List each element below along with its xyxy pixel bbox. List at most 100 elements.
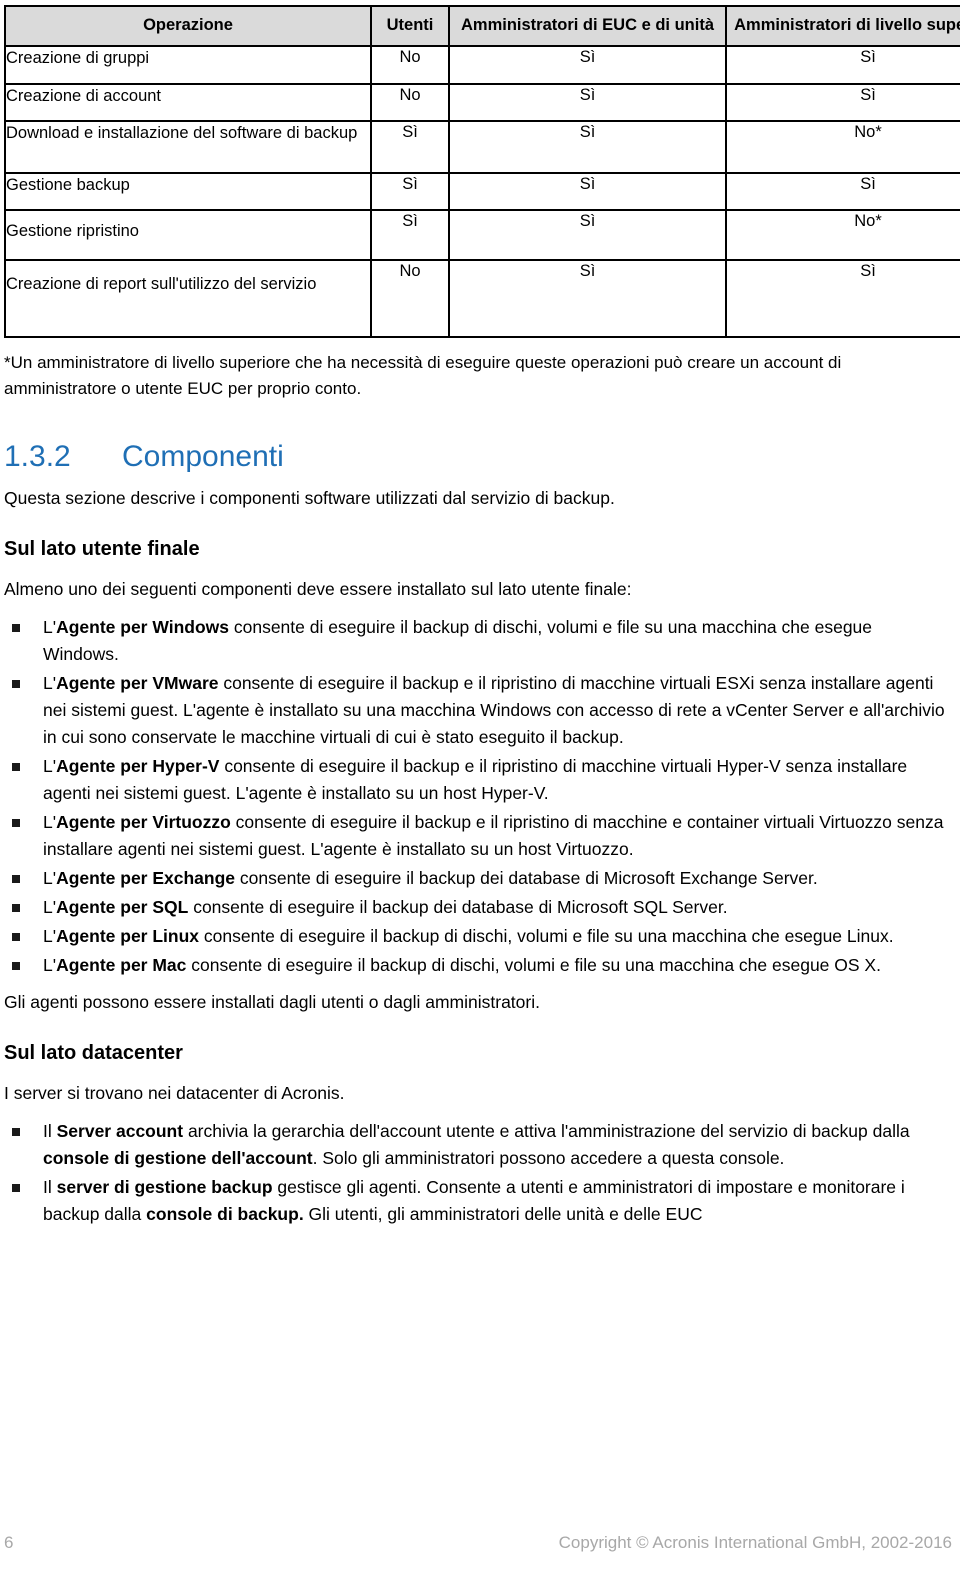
list-item: L'Agente per SQL consente di eseguire il… — [4, 894, 956, 921]
section-intro: Questa sezione descrive i componenti sof… — [4, 487, 615, 508]
list-item: Il Server account archivia la gerarchia … — [4, 1118, 956, 1172]
end-user-heading: Sul lato utente finale — [4, 538, 200, 561]
list-item: L'Agente per Hyper-V consente di eseguir… — [4, 753, 956, 807]
cell-upper-admins: Sì — [725, 45, 960, 86]
cell-upper-admins: Sì — [725, 83, 960, 123]
cell-operation: Gestione ripristino — [4, 209, 372, 262]
cell-upper-admins: No* — [725, 209, 960, 262]
copyright-notice: Copyright © Acronis International GmbH, … — [558, 1533, 952, 1552]
item-rest: consente di eseguire il backup di dischi… — [186, 954, 881, 975]
list-item: L'Agente per Mac consente di eseguire il… — [4, 952, 956, 979]
item-term: Agente per Virtuozzo — [56, 811, 231, 832]
item-term-1: server di gestione backup — [56, 1176, 273, 1197]
datacenter-component-list: Il Server account archivia la gerarchia … — [4, 1118, 956, 1228]
item-prefix: L' — [43, 896, 57, 917]
section-title: Componenti — [122, 439, 284, 473]
item-prefix: L' — [43, 617, 57, 638]
list-item: L'Agente per Windows consente di eseguir… — [4, 614, 956, 668]
square-bullet-icon — [12, 624, 20, 633]
item-term: Agente per Hyper-V — [56, 756, 220, 777]
cell-operation: Gestione backup — [4, 172, 372, 212]
cell-operation: Creazione di account — [4, 83, 372, 123]
cell-upper-admins: Sì — [725, 259, 960, 339]
list-item: L'Agente per Linux consente di eseguire … — [4, 923, 956, 950]
cell-euc-admins: Sì — [448, 172, 727, 212]
cell-operation: Download e installazione del software di… — [4, 120, 372, 175]
item-rest: consente di eseguire il backup dei datab… — [188, 896, 728, 917]
datacenter-lead: I server si trovano nei datacenter di Ac… — [4, 1082, 345, 1103]
table-row: Creazione di gruppi No Sì Sì — [4, 45, 960, 86]
table-row: Creazione di report sull'utilizzo del se… — [4, 259, 960, 339]
column-header-operation: Operazione — [4, 4, 372, 48]
cell-euc-admins: Sì — [448, 120, 727, 175]
item-term-2: console di gestione dell'account — [43, 1148, 313, 1169]
item-prefix: L' — [43, 925, 57, 946]
square-bullet-icon — [12, 903, 20, 912]
item-rest: consente di eseguire il backup dei datab… — [235, 867, 818, 888]
table-row: Creazione di account No Sì Sì — [4, 83, 960, 123]
cell-operation: Creazione di gruppi — [4, 45, 372, 86]
column-header-users: Utenti — [370, 4, 450, 48]
item-prefix: L' — [43, 811, 57, 832]
cell-euc-admins: Sì — [448, 45, 727, 86]
item-term: Agente per VMware — [56, 673, 219, 694]
item-term: Agente per Exchange — [56, 867, 236, 888]
page-number: 6 — [4, 1533, 14, 1552]
square-bullet-icon — [12, 961, 20, 970]
section-heading: 1.3.2 Componenti — [4, 440, 956, 473]
item-p3: Gli utenti, gli amministratori delle uni… — [303, 1203, 703, 1224]
end-user-component-list: L'Agente per Windows consente di eseguir… — [4, 614, 956, 978]
cell-users: Sì — [370, 209, 450, 262]
item-term-1: Server account — [56, 1121, 184, 1142]
cell-users: No — [370, 45, 450, 86]
permissions-table: Operazione Utenti Amministratori di EUC … — [4, 4, 960, 339]
end-user-lead: Almeno uno dei seguenti componenti deve … — [4, 579, 632, 600]
cell-users: Sì — [370, 120, 450, 175]
item-rest: consente di eseguire il backup di dischi… — [199, 925, 894, 946]
list-item: L'Agente per VMware consente di eseguire… — [4, 670, 956, 751]
page-footer: 6 Copyright © Acronis International GmbH… — [0, 1532, 960, 1554]
cell-upper-admins: Sì — [725, 172, 960, 212]
square-bullet-icon — [12, 932, 20, 941]
table-header: Operazione Utenti Amministratori di EUC … — [4, 4, 960, 48]
square-bullet-icon — [12, 1128, 20, 1137]
item-term: Agente per Windows — [56, 617, 229, 638]
list-item: L'Agente per Virtuozzo consente di esegu… — [4, 809, 956, 863]
square-bullet-icon — [12, 1183, 20, 1192]
square-bullet-icon — [12, 763, 20, 772]
item-p1: Il — [43, 1176, 57, 1197]
document-page: Operazione Utenti Amministratori di EUC … — [0, 4, 960, 1576]
item-prefix: L' — [43, 673, 57, 694]
list-item: L'Agente per Exchange consente di esegui… — [4, 865, 956, 892]
item-p1: Il — [43, 1121, 57, 1142]
datacenter-heading: Sul lato datacenter — [4, 1041, 183, 1064]
table-header-row: Operazione Utenti Amministratori di EUC … — [4, 4, 960, 48]
cell-operation: Creazione di report sull'utilizzo del se… — [4, 259, 372, 339]
cell-users: No — [370, 83, 450, 123]
square-bullet-icon — [12, 818, 20, 827]
square-bullet-icon — [12, 874, 20, 883]
cell-euc-admins: Sì — [448, 209, 727, 262]
cell-euc-admins: Sì — [448, 83, 727, 123]
item-term: Agente per SQL — [56, 896, 189, 917]
square-bullet-icon — [12, 680, 20, 689]
item-term: Agente per Linux — [56, 925, 200, 946]
cell-upper-admins: No* — [725, 120, 960, 175]
item-p3: . Solo gli amministratori possono accede… — [312, 1148, 785, 1169]
item-p2: archivia la gerarchia dell'account utent… — [183, 1121, 910, 1142]
table-footnote: *Un amministratore di livello superiore … — [4, 353, 842, 399]
table-row: Gestione ripristino Sì Sì No* — [4, 209, 960, 262]
column-header-upper-admins: Amministratori di livello superiore — [725, 4, 960, 48]
table-row: Gestione backup Sì Sì Sì — [4, 172, 960, 212]
item-prefix: L' — [43, 867, 57, 888]
table-body: Creazione di gruppi No Sì Sì Creazione d… — [4, 45, 960, 339]
item-prefix: L' — [43, 954, 57, 975]
end-user-closing: Gli agenti possono essere installati dag… — [4, 991, 540, 1012]
column-header-euc-admins: Amministratori di EUC e di unità — [448, 4, 727, 48]
item-term-2: console di backup. — [146, 1203, 304, 1224]
item-prefix: L' — [43, 756, 57, 777]
cell-euc-admins: Sì — [448, 259, 727, 339]
list-item: Il server di gestione backup gestisce gl… — [4, 1174, 956, 1228]
cell-users: No — [370, 259, 450, 339]
section-number: 1.3.2 — [4, 439, 71, 473]
